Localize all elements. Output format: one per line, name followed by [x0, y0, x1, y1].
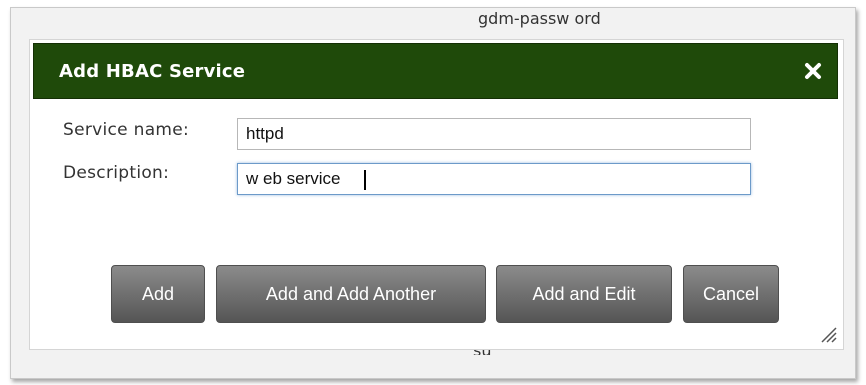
- add-button[interactable]: Add: [111, 265, 205, 323]
- cancel-button[interactable]: Cancel: [683, 265, 779, 323]
- close-icon[interactable]: [801, 59, 825, 83]
- description-input[interactable]: [237, 163, 751, 195]
- description-label: Description:: [63, 163, 170, 183]
- background-list-item-top: gdm-passw ord: [478, 9, 601, 28]
- service-name-input[interactable]: [237, 118, 751, 150]
- dialog-title-bar[interactable]: Add HBAC Service: [33, 43, 838, 99]
- service-name-label: Service name:: [63, 120, 190, 140]
- text-caret: [364, 170, 366, 190]
- add-and-add-another-button[interactable]: Add and Add Another: [216, 265, 486, 323]
- dialog-title: Add HBAC Service: [59, 61, 246, 82]
- resize-grip-icon[interactable]: [819, 325, 837, 343]
- add-hbac-service-dialog: Add HBAC Service Service name: Descripti…: [29, 39, 844, 350]
- add-and-edit-button[interactable]: Add and Edit: [496, 265, 672, 323]
